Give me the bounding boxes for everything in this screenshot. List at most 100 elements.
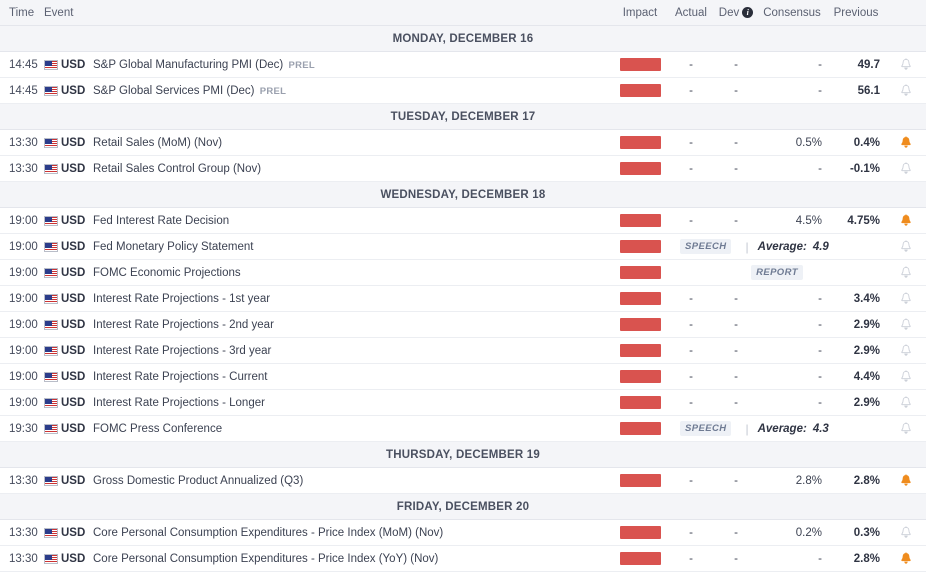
event-name[interactable]: Core Personal Consumption Expenditures -… xyxy=(90,553,612,565)
alert-cell[interactable] xyxy=(886,526,926,539)
impact-bar-high xyxy=(620,162,661,175)
alert-cell[interactable] xyxy=(886,292,926,305)
table-row[interactable]: 13:30USDGross Domestic Product Annualize… xyxy=(0,468,926,494)
alert-bell-icon[interactable] xyxy=(900,162,912,175)
table-row[interactable]: 19:00USDFed Monetary Policy StatementSPE… xyxy=(0,234,926,260)
impact-cell[interactable] xyxy=(612,58,668,71)
event-name[interactable]: Interest Rate Projections - 3rd year xyxy=(90,345,612,357)
alert-bell-icon[interactable] xyxy=(900,370,912,383)
alert-cell[interactable] xyxy=(886,240,926,253)
date-label: THURSDAY, DECEMBER 19 xyxy=(386,449,540,461)
alert-bell-icon[interactable] xyxy=(900,84,912,97)
column-header-impact[interactable]: Impact xyxy=(612,7,668,19)
actual-value: - xyxy=(668,215,714,227)
table-row[interactable]: 13:30USDRetail Sales (MoM) (Nov)--0.5%0.… xyxy=(0,130,926,156)
alert-bell-icon[interactable] xyxy=(900,344,912,357)
alert-cell[interactable] xyxy=(886,162,926,175)
impact-cell[interactable] xyxy=(612,214,668,227)
impact-cell[interactable] xyxy=(612,162,668,175)
impact-bar-high xyxy=(620,526,661,539)
event-name[interactable]: Fed Monetary Policy Statement xyxy=(90,241,612,253)
event-name[interactable]: Interest Rate Projections - Longer xyxy=(90,397,612,409)
event-name[interactable]: FOMC Economic Projections xyxy=(90,267,612,279)
alert-cell[interactable] xyxy=(886,84,926,97)
info-icon[interactable]: i xyxy=(742,7,753,18)
currency-code: USD xyxy=(61,163,85,175)
column-header-event[interactable]: Event xyxy=(44,7,612,19)
column-header-consensus[interactable]: Consensus xyxy=(758,7,826,19)
alert-bell-icon[interactable] xyxy=(900,318,912,331)
table-row[interactable]: 19:00USDInterest Rate Projections - 3rd … xyxy=(0,338,926,364)
event-name[interactable]: FOMC Press Conference xyxy=(90,423,612,435)
currency-code: USD xyxy=(61,527,85,539)
event-name[interactable]: Retail Sales Control Group (Nov) xyxy=(90,163,612,175)
alert-cell[interactable] xyxy=(886,370,926,383)
table-row[interactable]: 19:00USDInterest Rate Projections - 1st … xyxy=(0,286,926,312)
alert-bell-icon[interactable] xyxy=(900,214,912,227)
table-row[interactable]: 13:30USDRetail Sales Control Group (Nov)… xyxy=(0,156,926,182)
column-header-previous[interactable]: Previous xyxy=(826,7,886,19)
table-row[interactable]: 19:30USDFOMC Press ConferenceSPEECH|Aver… xyxy=(0,416,926,442)
event-name[interactable]: Fed Interest Rate Decision xyxy=(90,215,612,227)
event-name[interactable]: Retail Sales (MoM) (Nov) xyxy=(90,137,612,149)
table-row[interactable]: 14:45USDS&P Global Services PMI (Dec) PR… xyxy=(0,78,926,104)
alert-cell[interactable] xyxy=(886,344,926,357)
table-row[interactable]: 19:00USDInterest Rate Projections - 2nd … xyxy=(0,312,926,338)
alert-cell[interactable] xyxy=(886,552,926,565)
column-header-actual[interactable]: Actual xyxy=(668,7,714,19)
impact-cell[interactable] xyxy=(612,344,668,357)
impact-cell[interactable] xyxy=(612,292,668,305)
impact-cell[interactable] xyxy=(612,396,668,409)
actual-value: - xyxy=(668,319,714,331)
impact-cell[interactable] xyxy=(612,240,668,253)
impact-cell[interactable] xyxy=(612,136,668,149)
impact-cell[interactable] xyxy=(612,474,668,487)
event-name[interactable]: Interest Rate Projections - 2nd year xyxy=(90,319,612,331)
impact-cell[interactable] xyxy=(612,266,668,279)
event-name[interactable]: Gross Domestic Product Annualized (Q3) xyxy=(90,475,612,487)
alert-bell-icon[interactable] xyxy=(900,240,912,253)
event-name[interactable]: Core Personal Consumption Expenditures -… xyxy=(90,527,612,539)
impact-cell[interactable] xyxy=(612,422,668,435)
impact-cell[interactable] xyxy=(612,526,668,539)
alert-bell-icon[interactable] xyxy=(900,526,912,539)
table-row[interactable]: 19:00USDFed Interest Rate Decision--4.5%… xyxy=(0,208,926,234)
table-row[interactable]: 13:30USDCore Personal Consumption Expend… xyxy=(0,520,926,546)
event-values: ---3.4% xyxy=(612,292,926,305)
event-name[interactable]: S&P Global Manufacturing PMI (Dec) PREL xyxy=(90,59,612,71)
alert-cell[interactable] xyxy=(886,58,926,71)
impact-cell[interactable] xyxy=(612,370,668,383)
table-row[interactable]: 19:00USDInterest Rate Projections - Curr… xyxy=(0,364,926,390)
event-values: ---56.1 xyxy=(612,84,926,97)
alert-cell[interactable] xyxy=(886,318,926,331)
alert-bell-icon[interactable] xyxy=(900,474,912,487)
table-row[interactable]: 14:45USDS&P Global Manufacturing PMI (De… xyxy=(0,52,926,78)
column-header-time[interactable]: Time xyxy=(0,7,44,19)
event-name[interactable]: S&P Global Services PMI (Dec) PREL xyxy=(90,85,612,97)
event-name[interactable]: Interest Rate Projections - 1st year xyxy=(90,293,612,305)
alert-cell[interactable] xyxy=(886,396,926,409)
impact-cell[interactable] xyxy=(612,318,668,331)
alert-bell-icon[interactable] xyxy=(900,396,912,409)
alert-bell-icon[interactable] xyxy=(900,422,912,435)
alert-cell[interactable] xyxy=(886,474,926,487)
table-row[interactable]: 19:00USDInterest Rate Projections - Long… xyxy=(0,390,926,416)
impact-cell[interactable] xyxy=(612,84,668,97)
alert-cell[interactable] xyxy=(886,266,926,279)
alert-bell-icon[interactable] xyxy=(900,266,912,279)
alert-bell-icon[interactable] xyxy=(900,552,912,565)
alert-cell[interactable] xyxy=(886,214,926,227)
alert-bell-icon[interactable] xyxy=(900,58,912,71)
alert-cell[interactable] xyxy=(886,136,926,149)
column-header-dev[interactable]: Dev i xyxy=(714,7,758,19)
event-values: SPEECH|Average:4.9 xyxy=(612,239,926,254)
event-currency: USD xyxy=(44,293,90,305)
alert-cell[interactable] xyxy=(886,422,926,435)
alert-bell-icon[interactable] xyxy=(900,292,912,305)
table-row[interactable]: 19:00USDFOMC Economic ProjectionsREPORT xyxy=(0,260,926,286)
alert-bell-icon[interactable] xyxy=(900,136,912,149)
table-row[interactable]: 13:30USDCore Personal Consumption Expend… xyxy=(0,546,926,572)
impact-cell[interactable] xyxy=(612,552,668,565)
event-name[interactable]: Interest Rate Projections - Current xyxy=(90,371,612,383)
currency-code: USD xyxy=(61,475,85,487)
